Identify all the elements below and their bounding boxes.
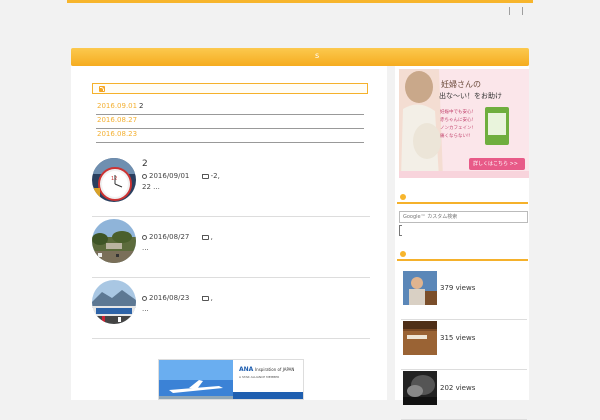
new-post-row[interactable]: 2016.09.01 2 xyxy=(96,102,364,115)
clock-icon xyxy=(142,296,147,301)
post-thumbnail[interactable]: 12 xyxy=(92,158,136,202)
search-input[interactable] xyxy=(399,211,528,223)
folder-icon xyxy=(201,174,209,179)
post-category[interactable]: , xyxy=(211,294,213,302)
ana-tagline: Inspiration of JAPAN xyxy=(255,367,295,372)
post-meta: 2016/09/01 -2, xyxy=(142,172,220,180)
post-excerpt: 22 ... xyxy=(142,183,160,191)
new-post-title[interactable]: 2 xyxy=(139,102,143,110)
popular-post-item[interactable]: 202 views xyxy=(401,371,527,420)
ana-alliance: A STAR ALLIANCE MEMBER xyxy=(239,375,280,379)
new-post-row[interactable]: 2016.08.27 xyxy=(96,116,364,129)
new-post-date[interactable]: 2016.08.27 xyxy=(97,116,137,124)
folder-icon xyxy=(201,235,209,240)
post-category[interactable]: -2, xyxy=(211,172,220,180)
post-date: 2016/08/23 xyxy=(149,294,190,302)
post-title[interactable]: 2 xyxy=(142,159,148,169)
ana-ad-banner[interactable]: ANA Inspiration of JAPAN A STAR ALLIANCE… xyxy=(158,359,304,400)
header-top-strip xyxy=(67,0,533,3)
popular-post-thumbnail[interactable] xyxy=(403,271,437,305)
post-thumbnail[interactable] xyxy=(92,219,136,263)
post-thumbnail[interactable] xyxy=(92,280,136,324)
maternity-tea-ad[interactable]: 妊婦さんの 出な〜い！をお助け 妊娠中でも安心! 赤ちゃんに安心! ノンカフェイ… xyxy=(399,69,529,178)
ad-cta-button[interactable]: 詳しくはこちら >> xyxy=(473,160,518,167)
ad-headline-1: 妊婦さんの xyxy=(441,80,481,89)
ad-bullet: 赤ちゃんに安心! xyxy=(440,118,474,123)
post-meta: 2016/08/27 , xyxy=(142,233,213,241)
post-excerpt: ... xyxy=(142,244,149,252)
sidebar-widget-title-search xyxy=(397,192,528,204)
popular-post-thumbnail[interactable] xyxy=(403,321,437,355)
clock-icon xyxy=(142,235,147,240)
ad-headline-2: 出な〜い！をお助け xyxy=(439,92,502,100)
svg-text:12: 12 xyxy=(111,176,117,182)
ad-bullet: 痛くならない!! xyxy=(440,134,471,139)
post-entry[interactable]: 2016/08/27 , ... xyxy=(92,219,370,278)
search-button[interactable] xyxy=(399,225,402,236)
post-entry[interactable]: 12 2 2016/09/01 -2, 22 ... xyxy=(92,158,370,217)
post-entry[interactable]: 2016/08/23 , ... xyxy=(92,280,370,339)
header-link-separator[interactable]: | xyxy=(508,6,511,15)
ad-bullets: 妊娠中でも安心! 赤ちゃんに安心! ノンカフェイン! 痛くならない!! xyxy=(440,109,473,141)
new-post-date[interactable]: 2016.08.23 xyxy=(97,130,137,138)
popular-post-item[interactable]: 379 views xyxy=(401,271,527,320)
new-posts-header xyxy=(92,83,368,94)
post-category[interactable]: , xyxy=(211,233,213,241)
header-link-separator[interactable]: | xyxy=(521,6,524,15)
bulb-icon xyxy=(400,194,406,200)
clock-icon xyxy=(142,174,147,179)
ad-bullet: ノンカフェイン! xyxy=(440,126,474,131)
popular-post-item[interactable]: 315 views xyxy=(401,321,527,370)
post-excerpt: ... xyxy=(142,305,149,313)
folder-icon xyxy=(201,296,209,301)
post-meta: 2016/08/23 , xyxy=(142,294,213,302)
post-date: 2016/09/01 xyxy=(149,172,190,180)
ana-brand: ANA xyxy=(239,366,254,373)
nav-item[interactable]: s xyxy=(315,51,319,60)
bulb-icon xyxy=(400,251,406,257)
new-post-row[interactable]: 2016.08.23 xyxy=(96,130,364,143)
sidebar-widget-title-popular xyxy=(397,249,528,261)
popular-post-views: 315 views xyxy=(440,334,476,342)
header-links: | | xyxy=(500,6,524,15)
popular-post-views: 202 views xyxy=(440,384,476,392)
ad-bullet: 妊娠中でも安心! xyxy=(440,110,474,115)
global-nav-bar: s xyxy=(71,48,529,66)
rss-icon xyxy=(99,86,105,92)
post-date: 2016/08/27 xyxy=(149,233,190,241)
new-post-date[interactable]: 2016.09.01 xyxy=(97,102,137,110)
popular-post-views: 379 views xyxy=(440,284,476,292)
